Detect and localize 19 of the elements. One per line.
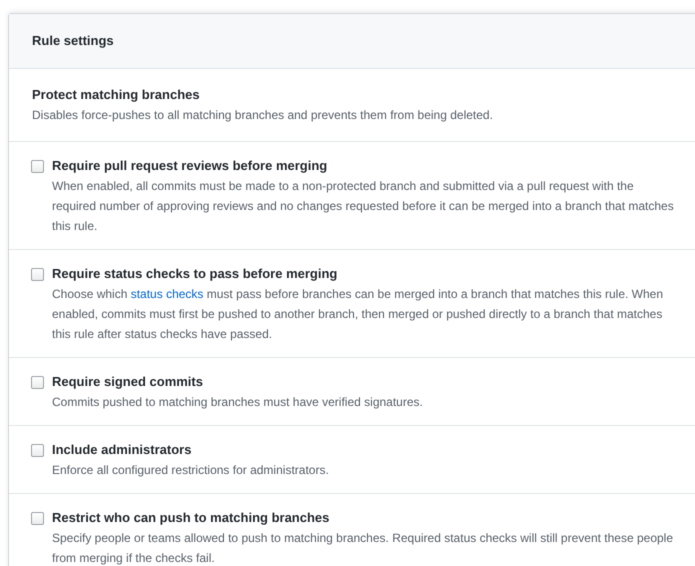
option-title: Require pull request reviews before merging	[52, 157, 328, 175]
option-title: Include administrators	[52, 441, 192, 459]
checkbox[interactable]	[31, 444, 44, 457]
card-title: Rule settings	[32, 33, 114, 48]
section-description: Disables force-pushes to all matching branches and prevents them from being deleted.	[32, 107, 494, 124]
option-description: Commits pushed to matching branches must have verified signatures.	[52, 394, 423, 411]
checkbox[interactable]	[31, 512, 44, 525]
option-title: Require status checks to pass before merging	[52, 265, 338, 283]
section-title: Protect matching branches	[32, 86, 201, 104]
checkbox[interactable]	[31, 160, 44, 173]
checkbox[interactable]	[31, 268, 44, 281]
option-description: When enabled, all commits must be made to a non-protected branch and submitted via a pull request with the required number of approving reviews and no changes requested before it can be merged into a branch that matches this rule.	[52, 178, 675, 235]
option-title: Require signed commits	[52, 373, 204, 391]
option-description: Enforce all configured restrictions for administrators.	[52, 462, 329, 479]
option-title: Restrict who can push to matching branches	[52, 509, 330, 527]
status-checks-link[interactable]: status checks	[130, 287, 204, 301]
option-description: Specify people or teams allowed to push to matching branches. Required status checks will still prevent these people from merging if the checks fail.	[52, 530, 674, 566]
checkbox[interactable]	[31, 376, 44, 389]
option-description: Choose which status checks must pass before branches can be merged into a branch that matches this rule. When enabled, commits must first be pushed to another branch, then merged or pushed directly to a branch that matches this rule after status checks have passed.	[52, 286, 664, 343]
